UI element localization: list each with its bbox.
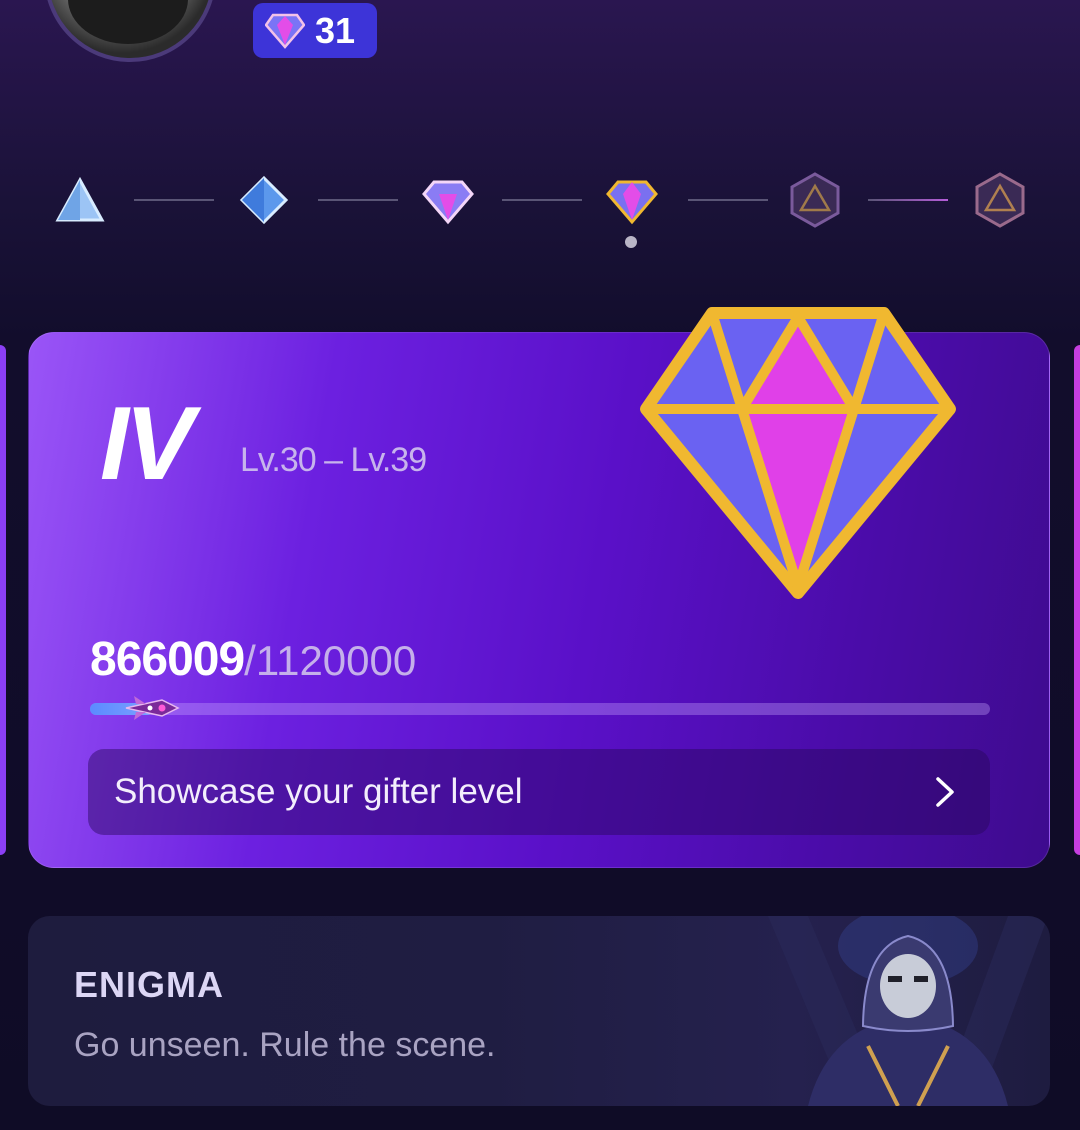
tier-6-icon[interactable]: [972, 172, 1028, 228]
showcase-gifter-level-button[interactable]: Showcase your gifter level: [88, 749, 990, 835]
chevron-right-icon: [936, 777, 954, 807]
next-card-peek[interactable]: [1074, 345, 1080, 855]
progress-current: 866009: [90, 633, 245, 686]
prev-card-peek[interactable]: [0, 345, 6, 855]
rocket-icon: [125, 696, 180, 720]
tier-4-icon[interactable]: [604, 172, 660, 228]
tier-3-icon[interactable]: [420, 172, 476, 228]
hooded-figure-image: [768, 916, 1048, 1106]
diamond-count: 31: [315, 9, 356, 51]
level-range: Lv.30 – Lv.39: [240, 441, 427, 479]
current-tier-indicator: [625, 236, 637, 248]
user-avatar[interactable]: [44, 0, 216, 62]
promo-title: ENIGMA: [74, 964, 224, 1005]
progress-bar: [90, 703, 990, 715]
progress-total: /1120000: [244, 637, 417, 684]
tier-1-icon[interactable]: [52, 172, 108, 228]
diamond-count-badge[interactable]: 31: [253, 3, 377, 58]
diamond-tier-icon: [640, 307, 956, 599]
showcase-label: Showcase your gifter level: [114, 772, 523, 811]
promo-subtitle: Go unseen. Rule the scene.: [74, 1026, 496, 1064]
tier-roman-numeral: IV: [100, 386, 194, 502]
diamond-icon: [265, 13, 305, 49]
tier-5-icon[interactable]: [787, 172, 843, 228]
enigma-promo-card[interactable]: ENIGMA Go unseen. Rule the scene.: [28, 916, 1050, 1106]
tier-track: [0, 160, 1080, 260]
tier-2-icon[interactable]: [236, 172, 292, 228]
progress-text: 866009/1120000: [90, 632, 416, 687]
